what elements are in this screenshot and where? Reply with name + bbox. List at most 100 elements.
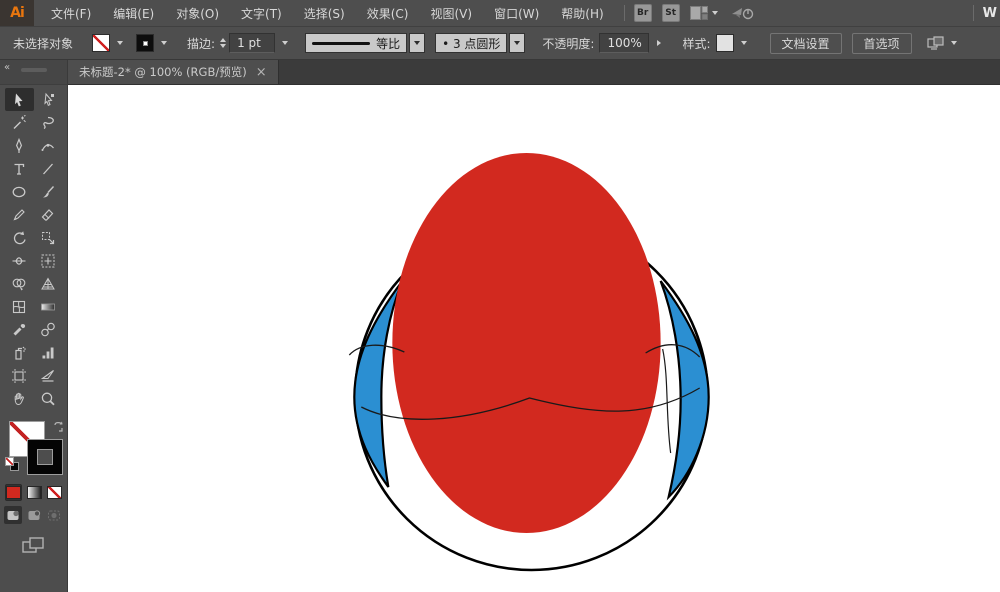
mesh-tool[interactable] <box>5 295 34 318</box>
artboard-tool[interactable] <box>5 364 34 387</box>
chevron-down-icon <box>711 11 718 15</box>
curvature-tool[interactable] <box>34 134 63 157</box>
color-mode-buttons <box>0 478 67 501</box>
menu-view[interactable]: 视图(V) <box>419 0 483 26</box>
brush-definition-label: • 3 点圆形 <box>442 36 501 51</box>
width-profile-dropdown[interactable]: 等比 <box>305 33 408 53</box>
stroke-width-dropdown[interactable] <box>277 33 293 53</box>
fill-color-swatch[interactable] <box>92 34 111 52</box>
preferences-button[interactable]: 首选项 <box>851 32 912 54</box>
stock-button[interactable]: St <box>661 4 680 22</box>
menu-window[interactable]: 窗口(W) <box>483 0 550 26</box>
blend-tool[interactable] <box>34 318 63 341</box>
artboard-canvas[interactable] <box>68 85 1000 592</box>
symbol-sprayer-tool[interactable] <box>5 341 34 364</box>
eraser-tool[interactable] <box>34 203 63 226</box>
collapse-panel-icon[interactable]: « <box>4 62 10 73</box>
type-tool[interactable] <box>5 157 34 180</box>
zoom-tool-icon <box>41 392 55 405</box>
menu-edit[interactable]: 编辑(E) <box>102 0 165 26</box>
pencil-tool-icon <box>13 208 26 221</box>
shape-builder-tool[interactable] <box>5 272 34 295</box>
free-transform-tool[interactable] <box>34 249 63 272</box>
style-swatch[interactable] <box>715 34 734 52</box>
color-button[interactable] <box>5 484 22 501</box>
gradient-tool[interactable] <box>34 295 63 318</box>
perspective-grid-tool-icon <box>40 276 55 289</box>
panel-grip[interactable] <box>21 68 47 72</box>
paintbrush-tool[interactable] <box>34 180 63 203</box>
cs-live-icon[interactable] <box>730 5 756 21</box>
draw-normal-button[interactable] <box>4 506 22 524</box>
line-segment-tool[interactable] <box>34 157 63 180</box>
opacity-panel-arrow[interactable] <box>651 33 667 53</box>
zoom-tool[interactable] <box>34 387 63 410</box>
screen-mode-button[interactable] <box>0 524 67 556</box>
stroke-dropdown[interactable] <box>156 33 172 53</box>
swap-fill-stroke-icon[interactable] <box>52 420 65 433</box>
style-dropdown[interactable] <box>736 33 752 53</box>
brush-definition-dropdown[interactable]: • 3 点圆形 <box>435 33 508 53</box>
opacity-field[interactable]: 100% <box>599 33 650 53</box>
slice-tool[interactable] <box>34 364 63 387</box>
stroke-width-stepper[interactable] <box>220 38 227 48</box>
width-profile-chevron[interactable] <box>409 33 426 53</box>
draw-behind-button[interactable] <box>25 506 43 524</box>
close-tab-icon[interactable]: × <box>256 66 267 79</box>
workspace-switcher[interactable] <box>689 6 718 20</box>
scale-tool-icon <box>41 231 54 244</box>
fill-dropdown[interactable] <box>112 33 128 53</box>
menu-object[interactable]: 对象(O) <box>165 0 230 26</box>
column-graph-tool[interactable] <box>34 341 63 364</box>
free-transform-tool-icon <box>41 254 55 267</box>
gradient-tool-icon <box>40 303 55 310</box>
rotate-tool[interactable] <box>5 226 34 249</box>
red-face-ellipse[interactable] <box>392 153 661 533</box>
document-tab[interactable]: 未标题-2* @ 100% (RGB/预览) × <box>68 60 279 84</box>
arrange-documents-icon <box>926 36 944 50</box>
default-fill-stroke-icon[interactable] <box>5 457 19 471</box>
ellipse-tool[interactable] <box>5 180 34 203</box>
menu-separator <box>972 5 974 21</box>
window-edge-text: W <box>982 5 997 21</box>
tools-panel-header[interactable]: « <box>0 60 67 85</box>
selection-tool[interactable] <box>5 88 34 111</box>
type-tool-icon <box>14 163 25 175</box>
stroke-color-swatch[interactable] <box>136 34 155 52</box>
draw-inside-button[interactable] <box>45 506 63 524</box>
scale-tool[interactable] <box>34 226 63 249</box>
gradient-button[interactable] <box>26 484 42 501</box>
stroke-width-field[interactable]: 1 pt <box>229 33 276 53</box>
brush-definition-chevron[interactable] <box>509 33 526 53</box>
lasso-tool[interactable] <box>34 111 63 134</box>
menu-select[interactable]: 选择(S) <box>293 0 356 26</box>
selection-tool-icon <box>15 93 23 106</box>
width-profile-label: 等比 <box>376 36 401 51</box>
pen-tool[interactable] <box>5 134 34 157</box>
document-setup-button[interactable]: 文档设置 <box>769 32 842 54</box>
perspective-grid-tool[interactable] <box>34 272 63 295</box>
width-tool[interactable] <box>5 249 34 272</box>
eyedropper-tool-icon <box>13 323 26 335</box>
arrange-panel-menu[interactable] <box>926 35 957 51</box>
menu-effect[interactable]: 效果(C) <box>356 0 420 26</box>
main-menu: 文件(F) 编辑(E) 对象(O) 文字(T) 选择(S) 效果(C) 视图(V) 窗口(W)… <box>40 0 615 26</box>
menu-type[interactable]: 文字(T) <box>230 0 293 26</box>
hand-tool[interactable] <box>5 387 34 410</box>
eraser-tool-icon <box>41 208 54 221</box>
eyedropper-tool[interactable] <box>5 318 34 341</box>
direct-selection-tool[interactable] <box>34 88 63 111</box>
magic-wand-tool-icon <box>13 114 27 129</box>
menu-help[interactable]: 帮助(H) <box>550 0 614 26</box>
magic-wand-tool[interactable] <box>5 111 34 134</box>
style-label: 样式: <box>682 36 711 51</box>
stroke-indicator-black[interactable] <box>27 439 63 475</box>
menu-file[interactable]: 文件(F) <box>40 0 102 26</box>
mesh-tool-icon <box>13 300 26 313</box>
pencil-tool[interactable] <box>5 203 34 226</box>
width-profile-preview <box>312 41 371 45</box>
none-button[interactable] <box>46 484 62 501</box>
bridge-button[interactable]: Br <box>633 4 652 22</box>
line-segment-tool-icon <box>42 163 53 174</box>
opacity-label: 不透明度: <box>542 36 595 51</box>
